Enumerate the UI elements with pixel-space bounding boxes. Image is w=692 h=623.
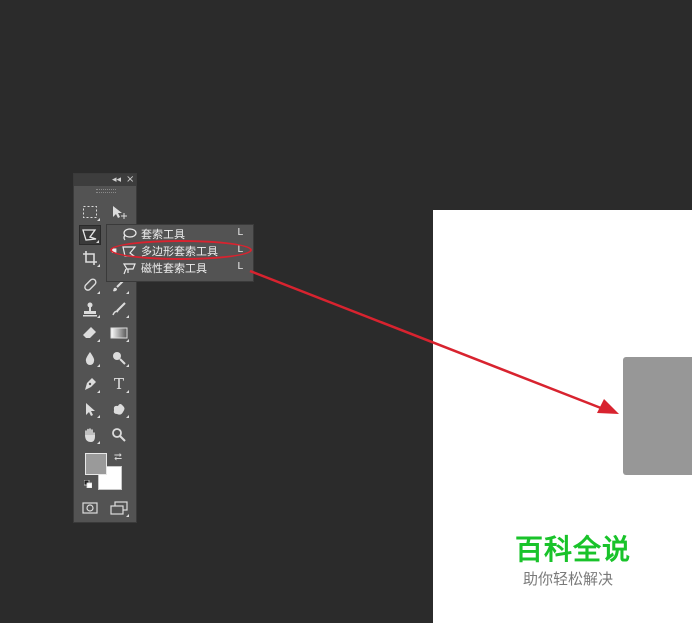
annotation-arrow (249, 269, 619, 414)
photoshop-workspace: ◂◂ × T ⮂ 套索工具 L ▪ 多边形套索工具 L 磁性套索工具 L 百科全… (0, 0, 692, 623)
arrow-head-icon (597, 399, 619, 414)
